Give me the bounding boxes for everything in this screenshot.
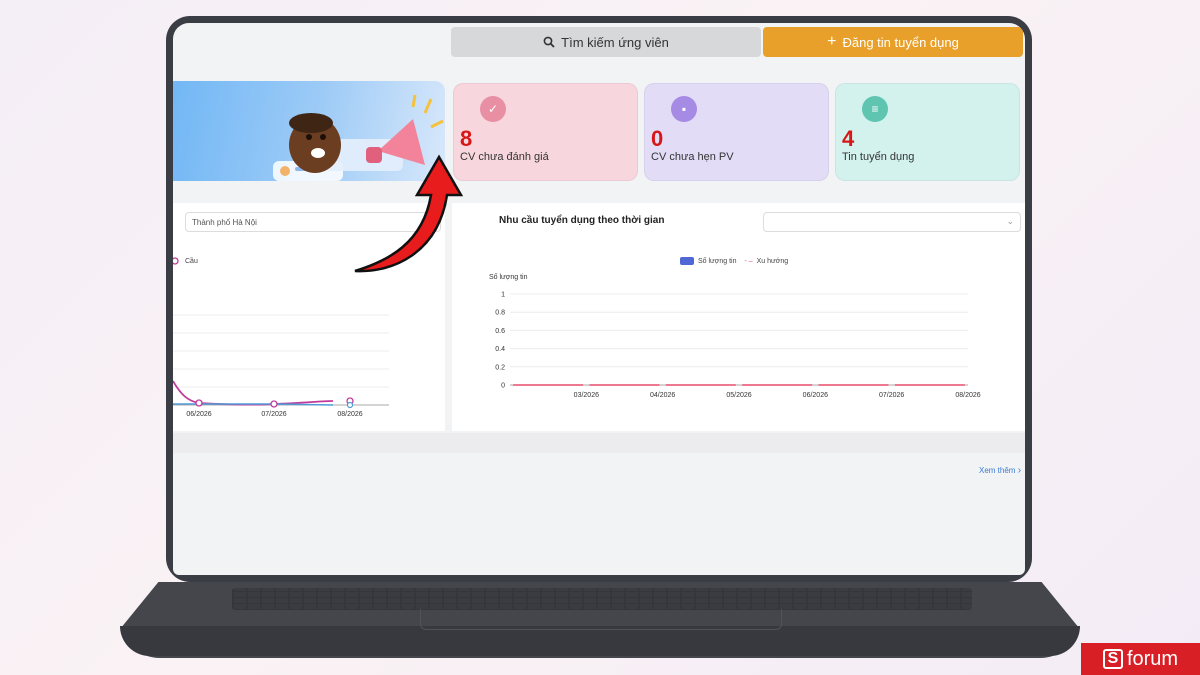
x-tick-label: 06/2026 <box>803 392 828 399</box>
legend-bar-label: Số lượng tin <box>698 257 737 265</box>
laptop-keyboard <box>232 588 972 610</box>
search-candidates-button[interactable]: Tìm kiếm ứng viên <box>451 27 761 57</box>
y-tick-label: 0.6 <box>495 328 505 335</box>
x-tick-label: 08/2026 <box>955 392 980 399</box>
sforum-wordmark: forum <box>1126 647 1179 670</box>
stat-value: 4 <box>842 126 855 151</box>
search-candidates-label: Tìm kiếm ứng viên <box>561 34 669 50</box>
y-axis-label: Số lượng tin <box>489 272 528 281</box>
post-job-label: Đăng tin tuyển dụng <box>842 34 959 50</box>
stat-label: CV chưa hẹn PV <box>651 151 734 163</box>
laptop-touchpad <box>420 609 782 630</box>
legend-line-label: Xu hướng <box>756 257 789 265</box>
y-tick-label: 0.4 <box>495 346 505 353</box>
calendar-clipboard-icon: ▪ <box>671 96 697 122</box>
legend-line-marker <box>173 257 179 265</box>
left-legend-label: Cầu <box>185 257 198 265</box>
recruitment-demand-title: Nhu cầu tuyển dụng theo thời gian <box>499 215 665 226</box>
plus-icon: + <box>827 33 837 50</box>
see-more-label: Xem thêm <box>979 466 1016 475</box>
post-job-button[interactable]: + Đăng tin tuyển dụng <box>763 27 1023 57</box>
laptop-screen: Tìm kiếm ứng viên + Đăng tin tuyển dụng … <box>173 23 1025 575</box>
left-x-tick: 07/2026 <box>261 411 286 418</box>
search-icon <box>543 36 555 48</box>
sforum-s-icon: S <box>1102 649 1123 669</box>
section-divider <box>173 433 1025 453</box>
legend-line-swatch: - ‒ <box>744 257 753 265</box>
x-tick-label: 05/2026 <box>726 392 751 399</box>
left-x-tick: 06/2026 <box>186 411 211 418</box>
see-more-link[interactable]: Xem thêm › <box>979 465 1021 476</box>
clipboard-icon: ✓ <box>480 96 506 122</box>
x-tick-label: 03/2026 <box>574 392 599 399</box>
left-line-chart: 06/2026 07/2026 08/2026 <box>173 314 389 418</box>
y-tick-label: 0.2 <box>495 364 505 371</box>
stat-value: 0 <box>651 126 664 151</box>
legend-bar-swatch <box>680 257 694 265</box>
document-icon: ≡ <box>862 96 888 122</box>
red-arrow-annotation <box>354 154 464 273</box>
recruitment-demand-chart: Số lượng tin 1 0.8 0.6 0.4 0.2 0 03/2026 04/20… <box>489 272 981 399</box>
right-legend: Số lượng tin - ‒ Xu hướng <box>680 257 788 265</box>
stat-card-no-interview-cv[interactable]: ▪ 0 CV chưa hẹn PV <box>644 83 829 181</box>
period-select[interactable]: ⌄ <box>763 212 1021 232</box>
stat-card-job-posts[interactable]: ≡ 4 Tin tuyển dụng <box>835 83 1020 181</box>
stat-label: Tin tuyển dụng <box>842 151 915 163</box>
y-tick-label: 1 <box>501 292 505 299</box>
x-tick-label: 04/2026 <box>650 392 675 399</box>
laptop-base-front <box>120 626 1080 656</box>
x-tick-label: 07/2026 <box>879 392 904 399</box>
chevron-down-icon: ⌄ <box>1006 216 1014 226</box>
left-legend: Cầu <box>173 257 198 265</box>
left-x-tick: 08/2026 <box>337 411 362 418</box>
sforum-logo: S forum <box>1081 643 1200 675</box>
y-tick-label: 0.8 <box>495 310 505 317</box>
y-tick-label: 0 <box>501 383 505 390</box>
chevron-right-icon: › <box>1017 465 1022 476</box>
city-select-value: Thành phố Hà Nội <box>192 217 257 227</box>
right-chart-panel: Nhu cầu tuyển dụng theo thời gian ⌄ Số l… <box>452 203 1025 431</box>
